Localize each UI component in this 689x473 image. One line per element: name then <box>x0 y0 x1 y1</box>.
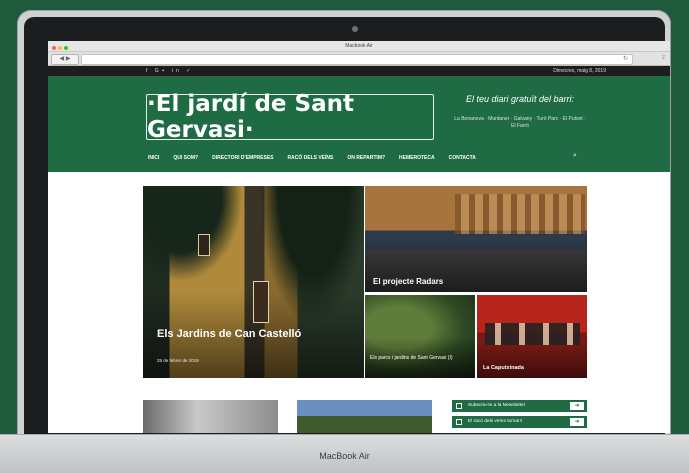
main-nav: INICI QUI SOM? DIRECTORI D'EMPRESES RACÓ… <box>148 153 490 163</box>
featured-article-title[interactable]: Els Jardins de Can Castelló <box>157 328 301 340</box>
article-parcs[interactable]: Els parcs i jardins de Sant Gervasi (I) <box>365 295 475 378</box>
newsletter-button[interactable]: Subscriu-te a la Newsletter ➜ <box>452 400 587 412</box>
palm-image-detail <box>258 186 364 326</box>
address-bar[interactable]: ↻ <box>81 54 633 65</box>
article-caputxinada-title[interactable]: La Caputxinada <box>483 365 524 371</box>
search-icon[interactable]: ⌕ <box>573 152 577 160</box>
site-logo[interactable]: ·El jardí de Sant Gervasi· <box>146 91 434 143</box>
browser-titlebar: Macbook Air <box>48 41 670 52</box>
nav-item-on-repartim[interactable]: ON REPARTIM? <box>347 153 385 163</box>
article-parcs-title[interactable]: Els parcs i jardins de Sant Gervasi (I) <box>370 355 453 362</box>
article-radars-title[interactable]: El projecte Radars <box>373 277 443 286</box>
arrow-right-icon: ➜ <box>570 402 584 410</box>
nav-item-qui-som[interactable]: QUI SOM? <box>173 153 198 163</box>
mail-icon <box>456 403 462 409</box>
tagline-neighborhoods: La Bonanova · Muntaner · Galvany · Turó … <box>454 116 586 129</box>
nav-item-hemeroteca[interactable]: HEMEROTECA <box>399 153 435 163</box>
raco-veins-button[interactable]: El racó dels veïns torna!!! ➜ <box>452 416 587 428</box>
social-icons[interactable]: f G+ in ✓ <box>146 66 193 76</box>
site-topbar: f G+ in ✓ Dimecres, maig 8, 2019 <box>48 66 670 76</box>
arrow-right-icon: ➜ <box>570 418 584 426</box>
minimize-icon[interactable] <box>58 46 62 50</box>
reload-icon[interactable]: ↻ <box>623 55 628 64</box>
current-date: Dimecres, maig 8, 2019 <box>553 68 606 74</box>
article-thumbnail[interactable] <box>297 400 432 433</box>
newsletter-label: Subscriu-te a la Newsletter <box>468 403 526 408</box>
building-window <box>253 281 269 323</box>
raco-veins-label: El racó dels veïns torna!!! <box>468 419 523 424</box>
article-thumbnail[interactable] <box>143 400 278 433</box>
tagline: El teu diari gratuït del barri: <box>465 94 575 104</box>
back-forward-buttons[interactable]: ◀ ▶ <box>51 54 79 65</box>
bookmark-icon <box>456 419 462 425</box>
site-header: ·El jardí de Sant Gervasi· El teu diari … <box>48 76 670 172</box>
device-label: MacBook Air <box>319 451 370 461</box>
window-title: Macbook Air <box>345 43 373 49</box>
speakers-image-detail <box>485 323 580 345</box>
camera-icon <box>352 26 358 32</box>
building-window <box>198 234 210 256</box>
nav-item-inici[interactable]: INICI <box>148 153 159 163</box>
featured-article[interactable]: Els Jardins de Can Castelló 25 de febrer… <box>143 186 364 378</box>
building-arches <box>455 194 585 234</box>
nav-item-raco-veins[interactable]: RACÓ DELS VEÏNS <box>288 153 334 163</box>
article-radars[interactable]: El projecte Radars <box>365 186 587 292</box>
nav-item-directori[interactable]: DIRECTORI D'EMPRESES <box>212 153 273 163</box>
article-caputxinada[interactable]: La Caputxinada <box>477 295 587 378</box>
featured-article-date: 25 de febrer de 2019 <box>157 358 199 363</box>
share-icon[interactable]: ⇪ <box>661 54 666 61</box>
close-icon[interactable] <box>52 46 56 50</box>
main-content: Els Jardins de Can Castelló 25 de febrer… <box>48 172 670 433</box>
maximize-icon[interactable] <box>64 46 68 50</box>
browser-toolbar: ◀ ▶ ↻ ⇪ <box>48 52 670 66</box>
browser-screen: Macbook Air ◀ ▶ ↻ ⇪ f G+ in ✓ Dimecres, … <box>48 41 670 433</box>
nav-item-contacta[interactable]: CONTACTA <box>449 153 476 163</box>
